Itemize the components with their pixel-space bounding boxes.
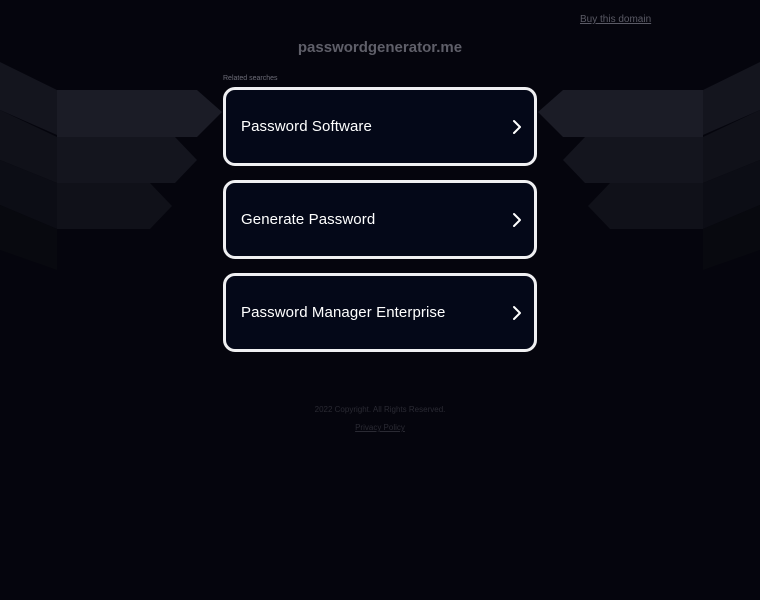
copyright-text: 2022 Copyright. All Rights Reserved.: [314, 405, 446, 414]
related-searches-list: Password Software Generate Password Pass…: [223, 87, 537, 366]
related-searches-label: Related searches: [223, 75, 278, 82]
related-search-item-password-manager-enterprise[interactable]: Password Manager Enterprise: [223, 273, 537, 352]
page: Buy this domain passwordgenerator.me Rel…: [0, 0, 760, 600]
related-search-label: Password Software: [241, 118, 372, 135]
chevron-right-icon: [513, 212, 521, 227]
domain-title: passwordgenerator.me: [297, 39, 463, 56]
privacy-policy-link[interactable]: Privacy Policy: [0, 423, 760, 432]
chevron-right-icon: [513, 119, 521, 134]
buy-domain-link[interactable]: Buy this domain: [580, 14, 651, 25]
related-search-item-generate-password[interactable]: Generate Password: [223, 180, 537, 259]
related-search-item-password-software[interactable]: Password Software: [223, 87, 537, 166]
chevron-right-icon: [513, 305, 521, 320]
related-search-label: Generate Password: [241, 211, 376, 228]
related-search-label: Password Manager Enterprise: [241, 304, 446, 321]
